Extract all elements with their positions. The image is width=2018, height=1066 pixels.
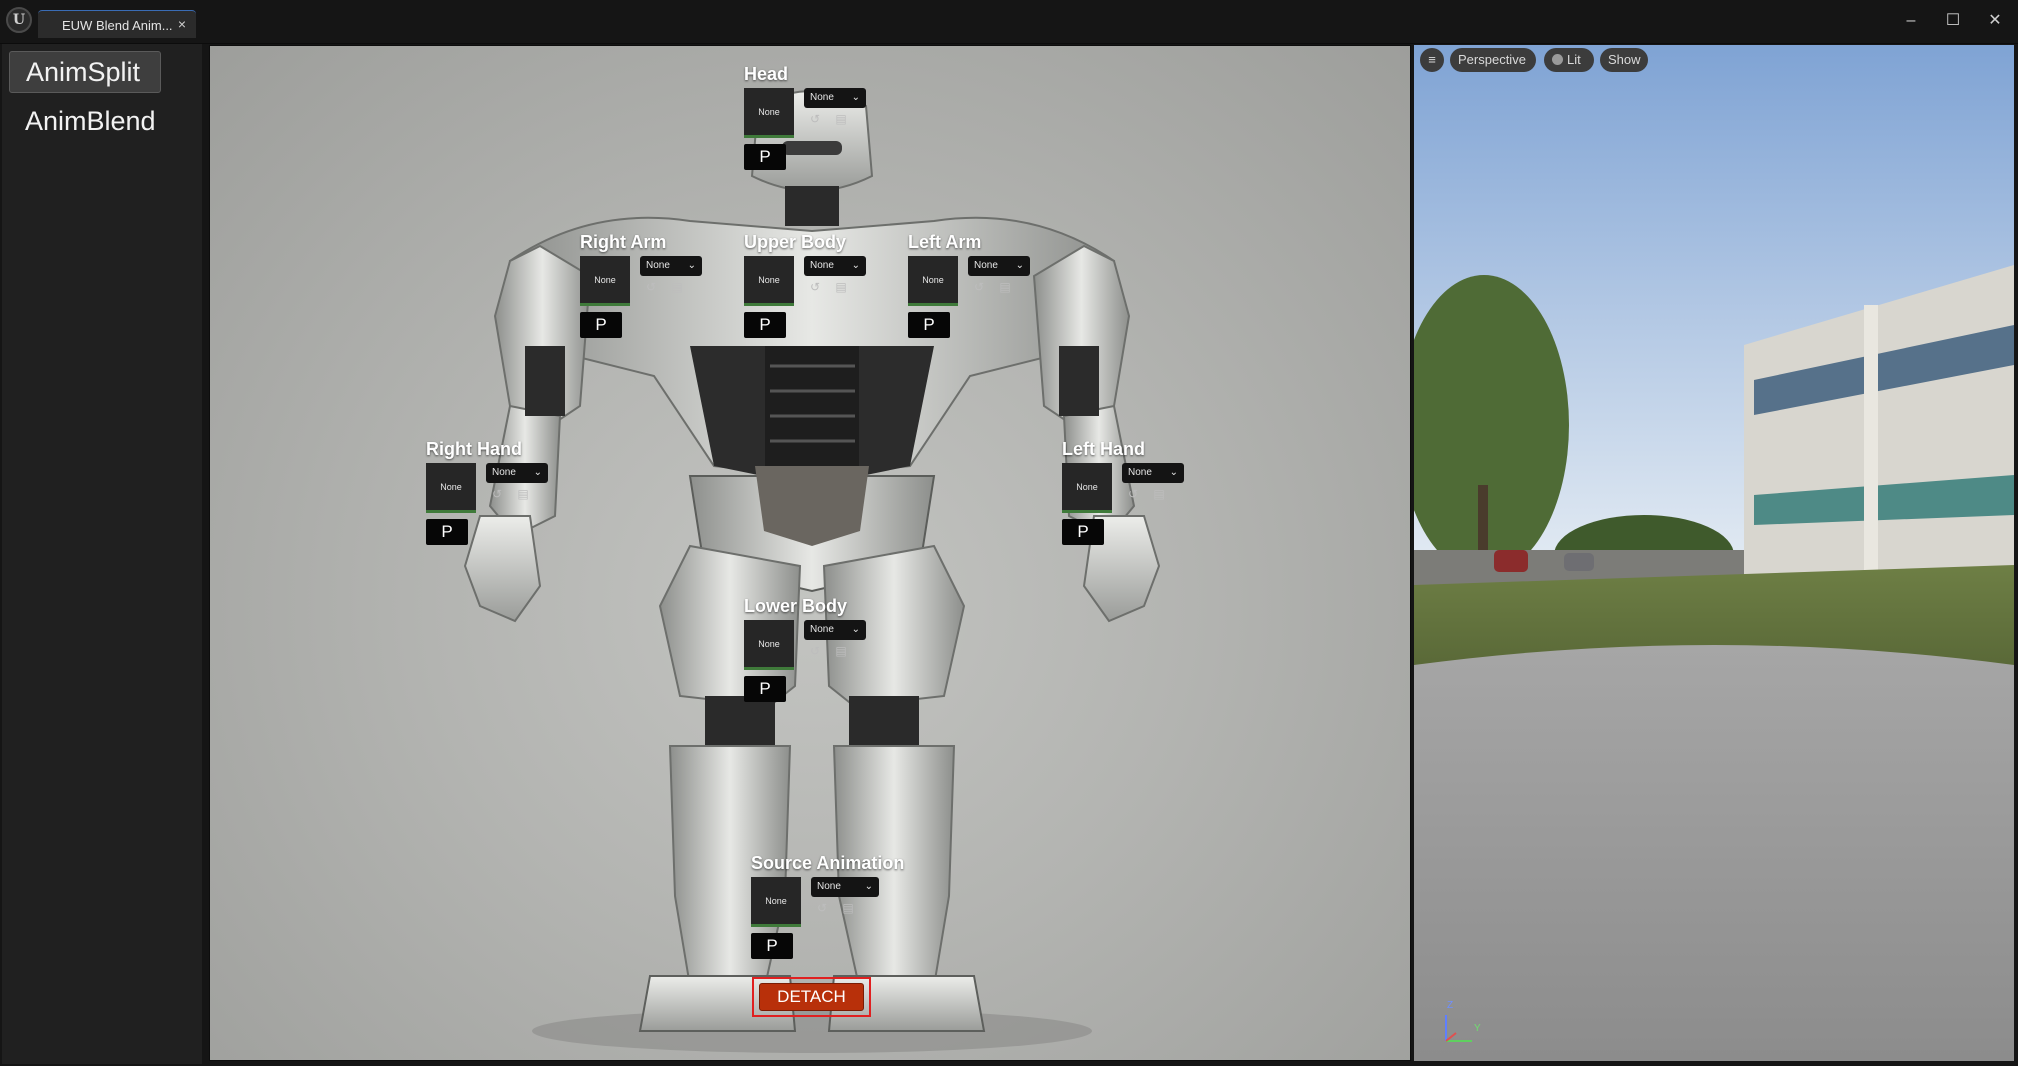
slot-head: Head None None ⌄ ↺ ▤ P xyxy=(744,64,924,184)
slot-lower-body: Lower Body None None ⌄ ↺ ▤ P xyxy=(744,596,924,716)
chevron-down-icon: ⌄ xyxy=(851,260,860,271)
browse-asset-icon[interactable]: ▤ xyxy=(516,487,530,501)
browse-asset-icon[interactable]: ▤ xyxy=(998,280,1012,294)
anim-thumbnail[interactable]: None xyxy=(744,256,794,306)
title-bar: U EUW Blend Anim... × – ☐ ✕ xyxy=(0,0,2018,44)
tab-euw-blend-anim[interactable]: EUW Blend Anim... × xyxy=(38,10,196,38)
p-button[interactable]: P xyxy=(580,312,622,338)
browse-asset-icon[interactable]: ▤ xyxy=(841,901,855,915)
lit-label: Lit xyxy=(1567,52,1581,67)
slot-left-hand: Left Hand None None ⌄ ↺ ▤ P xyxy=(1062,439,1242,559)
use-selected-icon[interactable]: ↺ xyxy=(808,644,822,658)
anim-thumbnail[interactable]: None xyxy=(426,463,476,513)
slot-title: Upper Body xyxy=(744,232,847,252)
minimize-button[interactable]: – xyxy=(1896,8,1926,34)
unreal-logo-icon[interactable]: U xyxy=(6,7,32,33)
p-button[interactable]: P xyxy=(744,676,786,702)
left-nav-panel: AnimSplit AnimBlend xyxy=(2,44,202,1064)
slot-title: Right Hand xyxy=(426,439,522,459)
show-button[interactable]: Show xyxy=(1600,48,1648,72)
use-selected-icon[interactable]: ↺ xyxy=(972,280,986,294)
slot-title: Left Arm xyxy=(908,232,982,252)
anim-thumbnail[interactable]: None xyxy=(1062,463,1112,513)
combo-value: None xyxy=(1128,467,1152,478)
slot-upper-body: Upper Body None None ⌄ ↺ ▤ P xyxy=(744,232,924,352)
use-selected-icon[interactable]: ↺ xyxy=(644,280,658,294)
chevron-down-icon: ⌄ xyxy=(851,92,860,103)
slot-right-hand: Right Hand None None ⌄ ↺ ▤ P xyxy=(426,439,606,559)
slot-title: Head xyxy=(744,64,789,84)
combo-value: None xyxy=(646,260,670,271)
chevron-down-icon: ⌄ xyxy=(687,260,696,271)
slot-title: Source Animation xyxy=(751,853,905,873)
close-window-button[interactable]: ✕ xyxy=(1980,8,2010,34)
use-selected-icon[interactable]: ↺ xyxy=(490,487,504,501)
tab-close-icon[interactable]: × xyxy=(178,16,186,32)
use-selected-icon[interactable]: ↺ xyxy=(808,280,822,294)
anim-combo-box[interactable]: None ⌄ xyxy=(1122,463,1184,483)
axis-z-label: Z xyxy=(1447,1000,1454,1011)
anim-thumbnail[interactable]: None xyxy=(744,88,794,138)
browse-asset-icon[interactable]: ▤ xyxy=(834,280,848,294)
maximize-button[interactable]: ☐ xyxy=(1938,8,1968,34)
lit-sphere-icon xyxy=(1552,54,1563,65)
anim-thumbnail[interactable]: None xyxy=(580,256,630,306)
slot-title: Left Hand xyxy=(1062,439,1145,459)
slot-left-arm: Left Arm None None ⌄ ↺ ▤ P xyxy=(908,232,1088,352)
anim-combo-box[interactable]: None ⌄ xyxy=(968,256,1030,276)
anim-combo-box[interactable]: None ⌄ xyxy=(804,620,866,640)
combo-value: None xyxy=(810,92,834,103)
use-selected-icon[interactable]: ↺ xyxy=(815,901,829,915)
slot-title: Lower Body xyxy=(744,596,848,616)
p-button[interactable]: P xyxy=(744,312,786,338)
anim-combo-box[interactable]: None ⌄ xyxy=(804,88,866,108)
anim-combo-box[interactable]: None ⌄ xyxy=(804,256,866,276)
p-button[interactable]: P xyxy=(908,312,950,338)
lit-button[interactable]: Lit xyxy=(1544,48,1594,72)
p-button[interactable]: P xyxy=(1062,519,1104,545)
browse-asset-icon[interactable]: ▤ xyxy=(834,112,848,126)
use-selected-icon[interactable]: ↺ xyxy=(808,112,822,126)
viewport-scene xyxy=(1414,45,2014,1061)
anim-combo-box[interactable]: None ⌄ xyxy=(811,877,879,897)
chevron-down-icon: ⌄ xyxy=(1169,467,1178,478)
detach-highlight-frame: DETACH xyxy=(752,977,871,1017)
nav-animsplit-button[interactable]: AnimSplit xyxy=(9,51,161,93)
browse-asset-icon[interactable]: ▤ xyxy=(670,280,684,294)
combo-value: None xyxy=(492,467,516,478)
chevron-down-icon: ⌄ xyxy=(864,881,873,892)
use-selected-icon[interactable]: ↺ xyxy=(1126,487,1140,501)
browse-asset-icon[interactable]: ▤ xyxy=(1152,487,1166,501)
anim-thumbnail[interactable]: None xyxy=(744,620,794,670)
browse-asset-icon[interactable]: ▤ xyxy=(834,644,848,658)
perspective-button[interactable]: Perspective xyxy=(1450,48,1536,72)
viewport-menu-icon[interactable]: ≡ xyxy=(1420,48,1444,72)
combo-value: None xyxy=(810,624,834,635)
nav-animblend-button[interactable]: AnimBlend xyxy=(9,101,161,143)
p-button[interactable]: P xyxy=(744,144,786,170)
anim-combo-box[interactable]: None ⌄ xyxy=(486,463,548,483)
chevron-down-icon: ⌄ xyxy=(851,624,860,635)
tab-label: EUW Blend Anim... xyxy=(62,18,173,33)
p-button[interactable]: P xyxy=(751,933,793,959)
combo-value: None xyxy=(817,881,841,892)
slot-right-arm: Right Arm None None ⌄ ↺ ▤ P xyxy=(580,232,760,352)
p-button[interactable]: P xyxy=(426,519,468,545)
anim-combo-box[interactable]: None ⌄ xyxy=(640,256,702,276)
chevron-down-icon: ⌄ xyxy=(1015,260,1024,271)
anim-thumbnail[interactable]: None xyxy=(751,877,801,927)
combo-value: None xyxy=(810,260,834,271)
combo-value: None xyxy=(974,260,998,271)
axis-y-label: Y xyxy=(1474,1023,1481,1034)
body-part-canvas: Head None None ⌄ ↺ ▤ P Right Arm None Non… xyxy=(209,45,1411,1061)
preview-viewport[interactable]: ≡ Perspective Lit Show Z Y xyxy=(1414,45,2014,1061)
detach-button[interactable]: DETACH xyxy=(759,983,864,1011)
anim-thumbnail[interactable]: None xyxy=(908,256,958,306)
slot-title: Right Arm xyxy=(580,232,667,252)
slot-source-animation: Source Animation None None ⌄ ↺ ▤ P xyxy=(751,853,951,973)
chevron-down-icon: ⌄ xyxy=(533,467,542,478)
